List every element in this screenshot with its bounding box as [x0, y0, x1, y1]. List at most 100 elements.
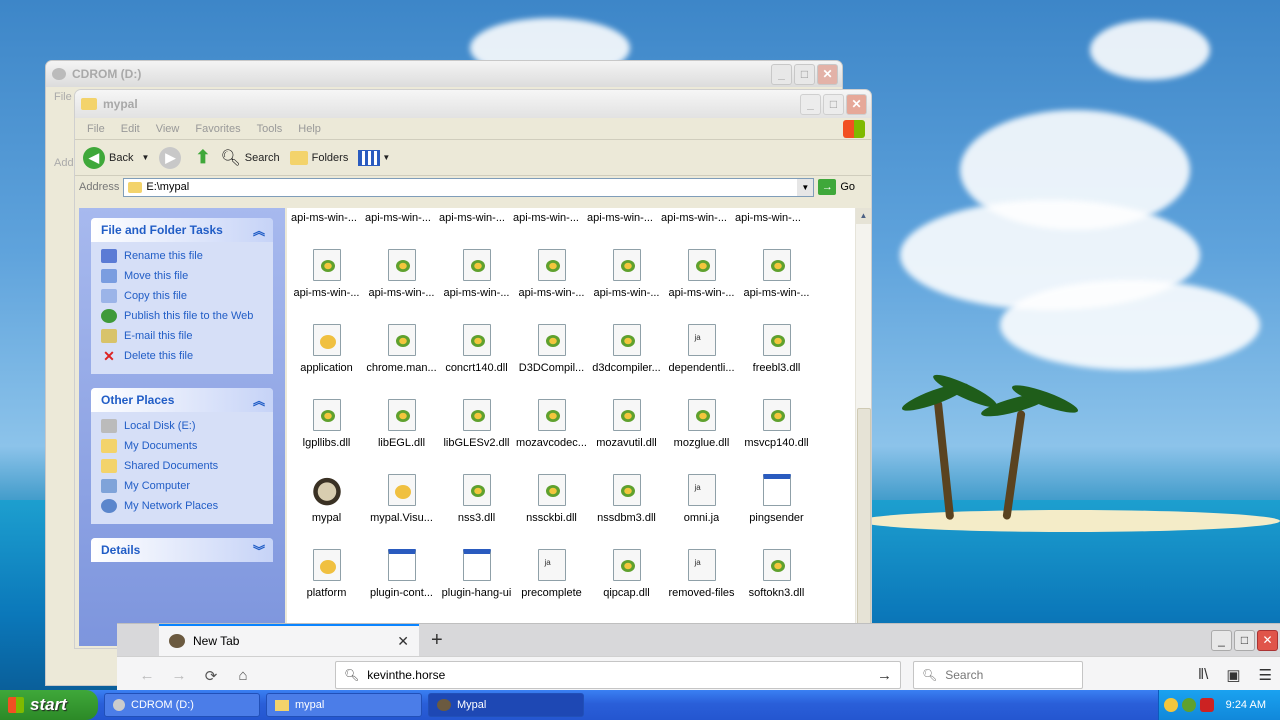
- file-label[interactable]: api-ms-win-...: [657, 212, 731, 224]
- mypal-explorer-window[interactable]: mypal _ □ ✕ File Edit View Favorites Too…: [74, 89, 872, 649]
- file-item[interactable]: precomplete: [514, 528, 589, 603]
- file-label[interactable]: api-ms-win-...: [731, 212, 805, 224]
- taskbar-item-cdrom[interactable]: CDROM (D:): [104, 693, 260, 717]
- security-shield-icon[interactable]: [1199, 698, 1214, 712]
- file-item[interactable]: api-ms-win-...: [514, 228, 589, 303]
- file-item[interactable]: mozavcodec...: [514, 378, 589, 453]
- scroll-thumb[interactable]: [857, 408, 871, 640]
- forward-button[interactable]: ▶: [159, 146, 185, 169]
- details-header[interactable]: Details ︾: [91, 538, 273, 562]
- collapse-icon[interactable]: ︽: [253, 392, 265, 409]
- other-places-header[interactable]: Other Places ︽: [91, 388, 273, 412]
- file-item[interactable]: plugin-hang-ui: [439, 528, 514, 603]
- file-item[interactable]: application: [289, 303, 364, 378]
- file-label[interactable]: api-ms-win-...: [583, 212, 657, 224]
- close-tab-icon[interactable]: ✕: [397, 633, 409, 650]
- file-item[interactable]: nssckbi.dll: [514, 453, 589, 528]
- file-item[interactable]: chrome.man...: [364, 303, 439, 378]
- file-item[interactable]: mozglue.dll: [664, 378, 739, 453]
- move-file-link[interactable]: Move this file: [101, 266, 265, 286]
- url-bar[interactable]: 🔍︎ kevinthe.horse →: [335, 661, 901, 689]
- taskbar-item-mypal-browser[interactable]: Mypal: [428, 693, 584, 717]
- tray-app-icon[interactable]: [1163, 698, 1178, 712]
- file-item[interactable]: msvcp140.dll: [739, 378, 814, 453]
- go-arrow-icon[interactable]: →: [877, 667, 892, 684]
- minimize-button[interactable]: _: [800, 93, 821, 115]
- file-item[interactable]: freebl3.dll: [739, 303, 814, 378]
- chevron-down-icon[interactable]: ▼: [141, 153, 149, 162]
- scroll-up-button[interactable]: ▲: [856, 208, 871, 224]
- file-list-view[interactable]: api-ms-win-... api-ms-win-... api-ms-win…: [287, 208, 855, 646]
- minimize-button[interactable]: _: [771, 63, 792, 85]
- address-input[interactable]: E:\mypal ▼: [123, 177, 815, 197]
- file-label[interactable]: api-ms-win-...: [509, 212, 583, 224]
- copy-file-link[interactable]: Copy this file: [101, 286, 265, 306]
- expand-icon[interactable]: ︾: [253, 542, 265, 559]
- file-item[interactable]: api-ms-win-...: [289, 228, 364, 303]
- tray-app-icon[interactable]: [1181, 698, 1196, 712]
- menu-view[interactable]: View: [156, 123, 180, 135]
- file-item[interactable]: nss3.dll: [439, 453, 514, 528]
- publish-file-link[interactable]: Publish this file to the Web: [101, 306, 265, 326]
- file-item[interactable]: api-ms-win-...: [664, 228, 739, 303]
- address-dropdown-button[interactable]: ▼: [797, 178, 814, 196]
- file-item[interactable]: api-ms-win-...: [364, 228, 439, 303]
- file-item[interactable]: plugin-cont...: [364, 528, 439, 603]
- my-documents-link[interactable]: My Documents: [101, 436, 265, 456]
- close-button[interactable]: ✕: [846, 93, 867, 115]
- menu-edit[interactable]: Edit: [121, 123, 140, 135]
- reload-icon[interactable]: ⟳: [195, 667, 227, 685]
- forward-arrow-icon[interactable]: →: [163, 667, 195, 684]
- file-item[interactable]: lgpllibs.dll: [289, 378, 364, 453]
- local-disk-link[interactable]: Local Disk (E:): [101, 416, 265, 436]
- file-item[interactable]: api-ms-win-...: [589, 228, 664, 303]
- file-item[interactable]: concrt140.dll: [439, 303, 514, 378]
- file-folder-tasks-header[interactable]: File and Folder Tasks ︽: [91, 218, 273, 242]
- cdrom-titlebar[interactable]: CDROM (D:) _ □ ✕: [46, 61, 842, 87]
- shared-documents-link[interactable]: Shared Documents: [101, 456, 265, 476]
- search-input[interactable]: 🔍︎ Search: [913, 661, 1083, 689]
- close-button[interactable]: ✕: [1257, 629, 1278, 651]
- menu-file[interactable]: File: [87, 123, 105, 135]
- file-item[interactable]: D3DCompil...: [514, 303, 589, 378]
- tab-new-tab[interactable]: New Tab ✕: [159, 624, 419, 656]
- close-button[interactable]: ✕: [817, 63, 838, 85]
- delete-file-link[interactable]: ✕ Delete this file: [101, 346, 265, 366]
- file-label[interactable]: api-ms-win-...: [435, 212, 509, 224]
- start-button[interactable]: start: [0, 690, 98, 720]
- clock[interactable]: 9:24 AM: [1226, 699, 1266, 711]
- menu-help[interactable]: Help: [298, 123, 321, 135]
- file-item[interactable]: d3dcompiler...: [589, 303, 664, 378]
- new-tab-button[interactable]: +: [431, 629, 443, 652]
- file-item[interactable]: nssdbm3.dll: [589, 453, 664, 528]
- file-item[interactable]: mypal.Visu...: [364, 453, 439, 528]
- file-item[interactable]: dependentli...: [664, 303, 739, 378]
- browser-window[interactable]: New Tab ✕ + _ □ ✕ ← → ⟳ ⌂ 🔍︎ kevinthe.ho…: [117, 623, 1280, 694]
- library-icon[interactable]: ‖\: [1198, 666, 1208, 684]
- file-label[interactable]: api-ms-win-...: [361, 212, 435, 224]
- mypal-titlebar[interactable]: mypal _ □ ✕: [75, 90, 871, 118]
- file-item[interactable]: omni.ja: [664, 453, 739, 528]
- email-file-link[interactable]: E-mail this file: [101, 326, 265, 346]
- my-network-places-link[interactable]: My Network Places: [101, 496, 265, 516]
- hamburger-menu-icon[interactable]: ☰: [1259, 666, 1272, 684]
- file-item[interactable]: mypal: [289, 453, 364, 528]
- maximize-button[interactable]: □: [823, 93, 844, 115]
- collapse-icon[interactable]: ︽: [253, 222, 265, 239]
- go-button[interactable]: → Go: [818, 179, 855, 195]
- rename-file-link[interactable]: Rename this file: [101, 246, 265, 266]
- url-input[interactable]: kevinthe.horse: [367, 668, 445, 682]
- file-item[interactable]: libEGL.dll: [364, 378, 439, 453]
- vertical-scrollbar[interactable]: ▲: [855, 208, 871, 648]
- menu-tools[interactable]: Tools: [257, 123, 283, 135]
- folders-button[interactable]: Folders: [289, 150, 348, 165]
- file-item[interactable]: mozavutil.dll: [589, 378, 664, 453]
- maximize-button[interactable]: □: [1234, 629, 1255, 651]
- sidebar-icon[interactable]: ▣: [1226, 666, 1240, 684]
- file-item[interactable]: removed-files: [664, 528, 739, 603]
- file-item[interactable]: softokn3.dll: [739, 528, 814, 603]
- file-item[interactable]: qipcap.dll: [589, 528, 664, 603]
- minimize-button[interactable]: _: [1211, 629, 1232, 651]
- menu-favorites[interactable]: Favorites: [195, 123, 240, 135]
- file-label[interactable]: api-ms-win-...: [287, 212, 361, 224]
